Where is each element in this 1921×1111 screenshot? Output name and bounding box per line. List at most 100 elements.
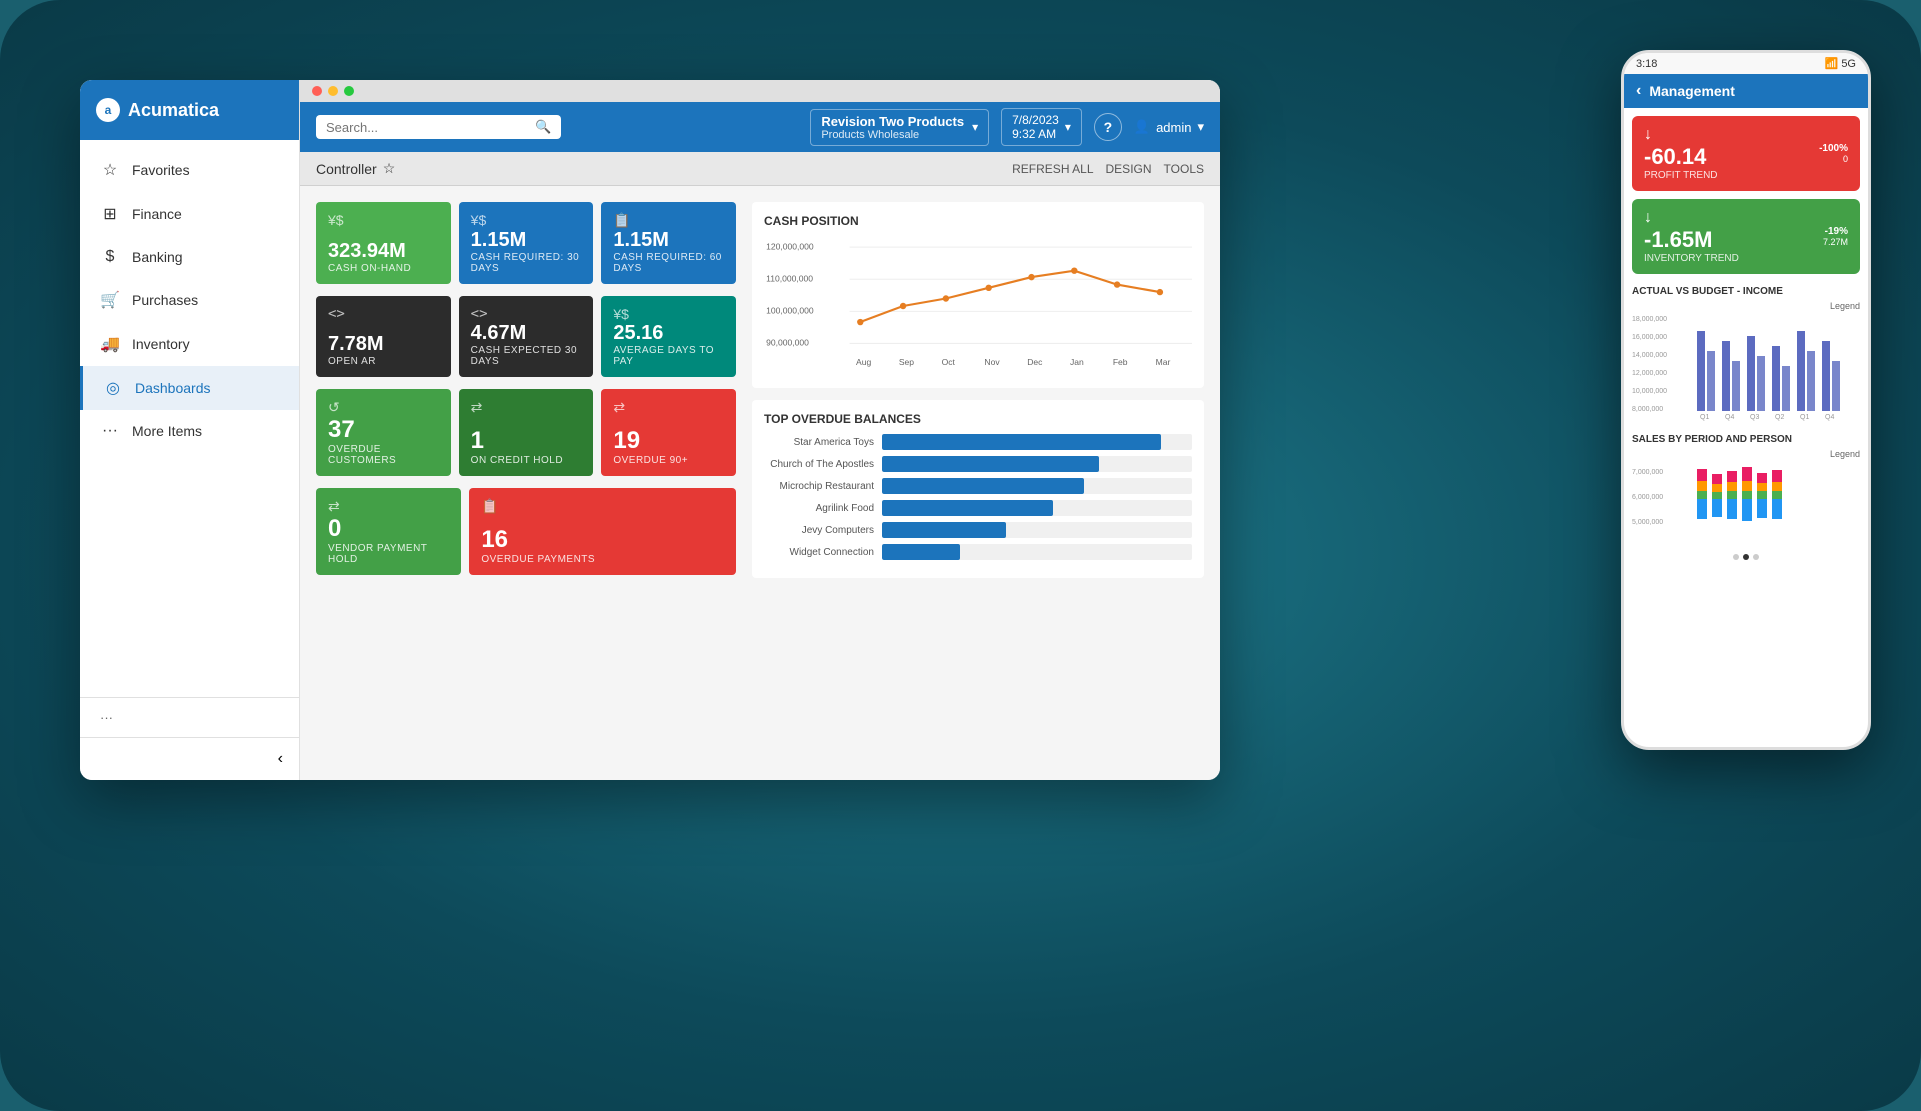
mobile-signal: 📶 5G (1825, 57, 1856, 70)
bar-item-4: Agrilink Food (764, 500, 1192, 516)
avg-days-label: AVERAGE DAYS TO PAY (613, 345, 724, 367)
inventory-trend-pct: -19% (1823, 226, 1848, 237)
overdue-cust-icon: ↺ (328, 399, 340, 416)
design-btn[interactable]: DESIGN (1106, 162, 1152, 176)
bar-fill-1 (882, 434, 1161, 450)
left-panels: ¥$ 323.94M CASH ON-HAND ¥$ (316, 202, 736, 764)
overdue-payments-label: OVERDUE PAYMENTS (481, 554, 724, 565)
window-controls (312, 86, 354, 96)
bar-item-1: Star America Toys (764, 434, 1192, 450)
profit-trend-pct: -100% (1819, 143, 1848, 154)
vendor-hold-icon: ⇄ (328, 498, 340, 515)
sidebar-logo: a Acumatica (80, 80, 299, 140)
status-row-2: ⇄ 0 VENDOR PAYMENT HOLD 📋 (316, 488, 736, 575)
bar-track-3 (882, 478, 1192, 494)
inventory-trend-arrow: ↓ (1644, 209, 1652, 226)
inventory-trend-sub: 7.27M (1823, 237, 1848, 247)
svg-text:Dec: Dec (1027, 357, 1043, 367)
kpi-cash-required-30[interactable]: ¥$ 1.15M CASH REQUIRED: 30 DAYS (459, 202, 594, 284)
mobile-nav-dots (1624, 548, 1868, 566)
svg-text:90,000,000: 90,000,000 (766, 338, 809, 348)
svg-text:110,000,000: 110,000,000 (766, 273, 813, 283)
user-button[interactable]: 👤 admin ▾ (1134, 119, 1204, 135)
kpi-open-ar[interactable]: <> 7.78M OPEN AR (316, 296, 451, 377)
maximize-dot[interactable] (344, 86, 354, 96)
date-selector[interactable]: 7/8/2023 9:32 AM ▾ (1001, 108, 1082, 146)
desktop-window: a Acumatica ☆ Favorites ⊞ Finance $ Bank… (80, 80, 1220, 780)
sidebar-item-finance[interactable]: ⊞ Finance (80, 192, 299, 236)
svg-text:Q4: Q4 (1825, 414, 1834, 421)
search-input[interactable] (326, 120, 529, 135)
cash-required-60-label: CASH REQUIRED: 60 DAYS (613, 252, 724, 274)
sidebar-label-finance: Finance (132, 206, 182, 222)
svg-text:Q3: Q3 (1750, 414, 1759, 421)
dashboard-icon: ◎ (103, 378, 123, 398)
bar-label-3: Microchip Restaurant (764, 481, 874, 492)
open-ar-label: OPEN AR (328, 356, 439, 367)
expected-icon: <> (471, 306, 488, 322)
on-credit-hold-value: 1 (471, 427, 582, 455)
profit-trend-label: PROFIT TREND (1644, 170, 1718, 181)
user-chevron-icon: ▾ (1197, 119, 1204, 135)
cash-expected-30-value: 4.67M (471, 322, 582, 345)
help-button[interactable]: ? (1094, 113, 1122, 141)
avg-days-value: 25.16 (613, 322, 724, 345)
sidebar-item-purchases[interactable]: 🛒 Purchases (80, 278, 299, 322)
cash-position-area: 120,000,000 110,000,000 100,000,000 90,0… (764, 236, 1192, 376)
topbar: 🔍 Revision Two Products Products Wholesa… (300, 102, 1220, 152)
svg-text:6,000,000: 6,000,000 (1632, 494, 1663, 501)
status-on-credit-hold[interactable]: ⇄ 1 ON CREDIT HOLD (459, 389, 594, 476)
sidebar-collapse-btn[interactable]: ‹ (80, 737, 299, 780)
kpi-cash-expected-30[interactable]: <> 4.67M CASH EXPECTED 30 DAYS (459, 296, 594, 377)
overdue-balances: TOP OVERDUE BALANCES Star America Toys C… (752, 400, 1204, 578)
minimize-dot[interactable] (328, 86, 338, 96)
sidebar-item-dashboards[interactable]: ◎ Dashboards (80, 366, 299, 410)
bar-track-6 (882, 544, 1192, 560)
company-selector[interactable]: Revision Two Products Products Wholesale… (810, 109, 989, 146)
tools-btn[interactable]: TOOLS (1164, 162, 1204, 176)
vendor-hold-value: 0 (328, 515, 449, 543)
grid-icon: ⊞ (100, 204, 120, 224)
cash-required-60-value: 1.15M (613, 229, 724, 252)
sidebar-item-favorites[interactable]: ☆ Favorites (80, 148, 299, 192)
cash-expected-30-label: CASH EXPECTED 30 DAYS (471, 345, 582, 367)
bar-fill-2 (882, 456, 1099, 472)
sidebar-item-more-items[interactable]: ··· More Items (80, 410, 299, 452)
svg-text:Feb: Feb (1113, 357, 1128, 367)
date-display: 7/8/2023 (1012, 113, 1059, 127)
status-overdue-customers[interactable]: ↺ 37 OVERDUE CUSTOMERS (316, 389, 451, 476)
mobile-inventory-trend-card[interactable]: ↓ -1.65M INVENTORY TREND -19% 7.27M (1632, 199, 1860, 274)
overdue-pay-icon: 📋 (481, 498, 498, 515)
nav-dot-1 (1733, 554, 1739, 560)
footer-dots: ··· (100, 710, 113, 725)
mobile-profit-trend-card[interactable]: ↓ -60.14 PROFIT TREND -100% 0 (1632, 116, 1860, 191)
kpi-avg-days-pay[interactable]: ¥$ 25.16 AVERAGE DAYS TO PAY (601, 296, 736, 377)
status-overdue-90[interactable]: ⇄ 19 OVERDUE 90+ (601, 389, 736, 476)
status-vendor-hold[interactable]: ⇄ 0 VENDOR PAYMENT HOLD (316, 488, 461, 575)
inventory-trend-value: -1.65M (1644, 227, 1739, 253)
svg-text:5,000,000: 5,000,000 (1632, 519, 1663, 526)
search-bar[interactable]: 🔍 (316, 115, 561, 139)
status-overdue-payments[interactable]: 📋 16 OVERDUE PAYMENTS (469, 488, 736, 575)
mobile-title: Management (1649, 83, 1735, 99)
close-dot[interactable] (312, 86, 322, 96)
bar-label-1: Star America Toys (764, 437, 874, 448)
svg-text:16,000,000: 16,000,000 (1632, 334, 1667, 341)
bar-label-6: Widget Connection (764, 547, 874, 558)
sidebar-label-inventory: Inventory (132, 336, 190, 352)
sidebar: a Acumatica ☆ Favorites ⊞ Finance $ Bank… (80, 80, 300, 780)
kpi-cash-required-60[interactable]: 📋 1.15M CASH REQUIRED: 60 DAYS (601, 202, 736, 284)
bar-item-3: Microchip Restaurant (764, 478, 1192, 494)
nav-dot-2 (1743, 554, 1749, 560)
cash-position-svg: 120,000,000 110,000,000 100,000,000 90,0… (764, 236, 1192, 376)
svg-text:Nov: Nov (984, 357, 1000, 367)
star-favorite-icon[interactable]: ☆ (383, 160, 396, 177)
sidebar-item-banking[interactable]: $ Banking (80, 236, 299, 278)
sidebar-label-favorites: Favorites (132, 162, 190, 178)
refresh-all-btn[interactable]: REFRESH ALL (1012, 162, 1093, 176)
back-button[interactable]: ‹ (1636, 82, 1641, 100)
sidebar-item-inventory[interactable]: 🚚 Inventory (80, 322, 299, 366)
kpi-cash-on-hand[interactable]: ¥$ 323.94M CASH ON-HAND (316, 202, 451, 284)
right-panels: CASH POSITION 120,000,000 110,000,000 10… (752, 202, 1204, 764)
user-icon: 👤 (1134, 119, 1150, 135)
